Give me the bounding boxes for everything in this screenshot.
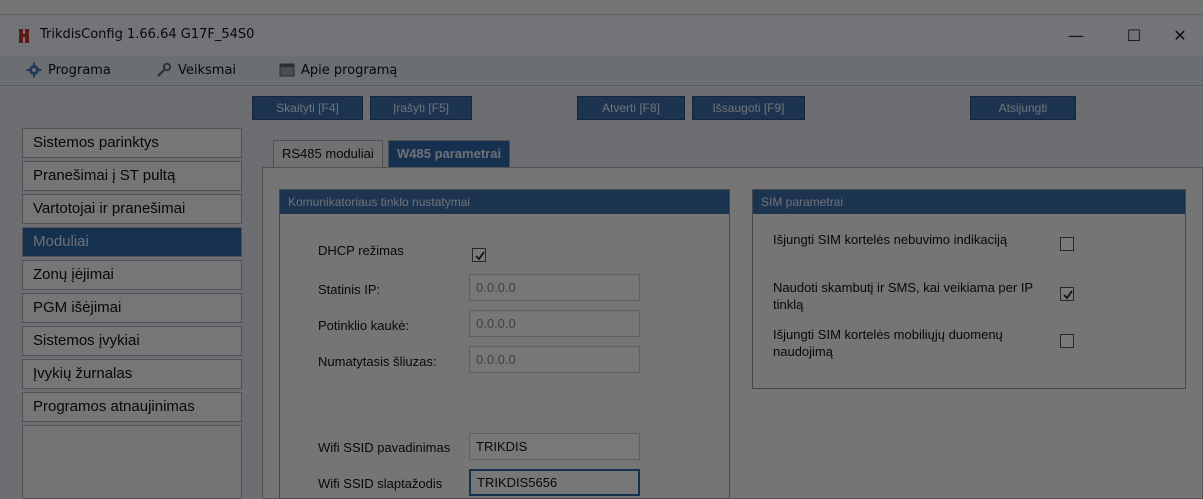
maximize-button[interactable]: ☐ xyxy=(1114,23,1154,49)
minimize-button[interactable]: — xyxy=(1056,23,1096,49)
static-ip-label: Statinis IP: xyxy=(318,282,381,297)
sim-opt1-checkbox[interactable] xyxy=(1060,237,1074,251)
app-logo-icon xyxy=(19,29,29,43)
disconnect-button[interactable]: Atsijungti xyxy=(970,96,1076,120)
info-window-icon xyxy=(279,63,295,77)
sim-opt3-label: Išjungti SIM kortelės mobiliųjų duomenų … xyxy=(773,327,1003,359)
network-settings-title: Komunikatoriaus tinklo nustatymai xyxy=(280,190,729,214)
menu-bar: Programa Veiksmai Apie programą xyxy=(0,56,1203,86)
checkmark-icon xyxy=(1063,290,1073,300)
dhcp-checkbox[interactable] xyxy=(472,248,486,262)
sim-opt1-label: Išjungti SIM kortelės nebuvimo indikacij… xyxy=(773,232,1008,247)
subnet-label: Potinklio kaukė: xyxy=(318,318,410,333)
menu-apie-programa[interactable]: Apie programą xyxy=(279,62,397,78)
dhcp-label: DHCP režimas xyxy=(318,243,404,258)
sidebar-item-moduliai[interactable]: Moduliai xyxy=(22,227,242,257)
menu-veiksmai-label: Veiksmai xyxy=(178,62,237,78)
wifi-password-label: Wifi SSID slaptažodis xyxy=(318,476,443,491)
tab-w485-parametrai[interactable]: W485 parametrai xyxy=(388,140,511,168)
wifi-ssid-field[interactable]: TRIKDIS xyxy=(469,433,640,460)
menu-veiksmai[interactable]: Veiksmai xyxy=(156,62,236,78)
close-button[interactable]: ✕ xyxy=(1160,23,1200,49)
sidebar-item-sistemos-ivykiai[interactable]: Sistemos įvykiai xyxy=(22,326,242,356)
static-ip-field[interactable]: 0.0.0.0 xyxy=(469,274,640,301)
sim-settings-title: SIM parametrai xyxy=(753,190,1185,214)
sidebar-item-sistemos-parinktys[interactable]: Sistemos parinktys xyxy=(22,128,242,158)
open-button[interactable]: Atverti [F8] xyxy=(577,96,685,120)
gateway-field[interactable]: 0.0.0.0 xyxy=(469,346,640,373)
sidebar-item-programos-atnaujinimas[interactable]: Programos atnaujinimas xyxy=(22,392,242,422)
sidebar-item-zonu-iejimai[interactable]: Zonų įėjimai xyxy=(22,260,242,290)
menu-programa[interactable]: Programa xyxy=(26,62,111,78)
gear-icon xyxy=(26,62,42,78)
wifi-ssid-label: Wifi SSID pavadinimas xyxy=(318,440,451,455)
window-title: TrikdisConfig 1.66.64 G17F_54S0 xyxy=(40,27,255,42)
subnet-field[interactable]: 0.0.0.0 xyxy=(469,310,640,337)
title-bar[interactable]: TrikdisConfig 1.66.64 G17F_54S0 — ☐ ✕ xyxy=(0,14,1203,56)
sim-opt2-checkbox[interactable] xyxy=(1060,287,1074,301)
sidebar-empty-area xyxy=(22,425,242,499)
sim-opt2-label: Naudoti skambutį ir SMS, kai veikiama pe… xyxy=(773,280,1033,312)
tab-rs485-moduliai[interactable]: RS485 moduliai xyxy=(273,140,383,168)
sidebar-item-ivykiu-zurnalas[interactable]: Įvykių žurnalas xyxy=(22,359,242,389)
menu-programa-label: Programa xyxy=(48,62,111,78)
write-button[interactable]: Įrašyti [F5] xyxy=(370,96,472,120)
app-window: TrikdisConfig 1.66.64 G17F_54S0 — ☐ ✕ Pr… xyxy=(0,0,1203,499)
sidebar-item-pgm-isejimai[interactable]: PGM išėjimai xyxy=(22,293,242,323)
checkmark-icon xyxy=(475,251,485,261)
wifi-password-field[interactable]: TRIKDIS5656 xyxy=(469,469,640,496)
sidebar-item-vartotojai[interactable]: Vartotojai ir pranešimai xyxy=(22,194,242,224)
read-button[interactable]: Skaityti [F4] xyxy=(252,96,363,120)
menu-apie-programa-label: Apie programą xyxy=(301,62,398,78)
gateway-label: Numatytasis šliuzas: xyxy=(318,354,437,369)
save-button[interactable]: Išsaugoti [F9] xyxy=(692,96,805,120)
sidebar-item-pranesimai-st[interactable]: Pranešimai į ST pultą xyxy=(22,161,242,191)
wrench-icon xyxy=(157,62,172,77)
sim-opt3-checkbox[interactable] xyxy=(1060,334,1074,348)
